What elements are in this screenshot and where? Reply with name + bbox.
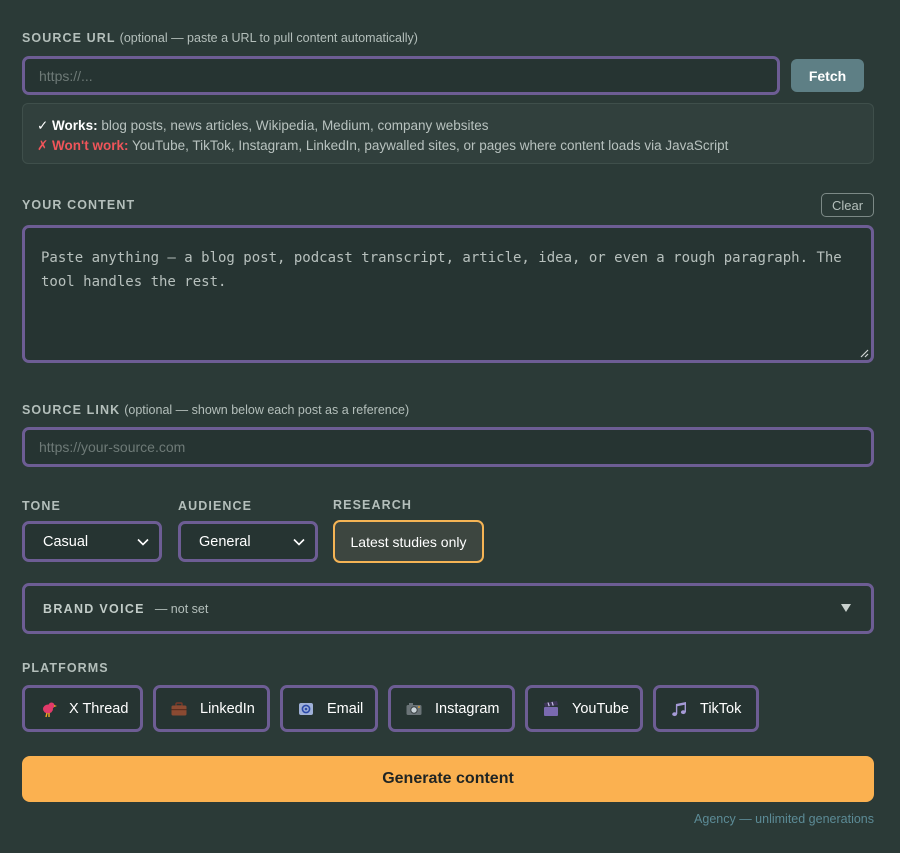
music-note-icon	[670, 700, 688, 718]
tone-select[interactable]: Casual	[22, 521, 162, 562]
chevron-down-icon	[137, 538, 149, 546]
source-url-placeholder: https://...	[39, 67, 93, 84]
audience-value: General	[199, 533, 251, 550]
email-icon	[297, 700, 315, 718]
platform-youtube[interactable]: YouTube	[525, 685, 643, 732]
fetch-info-box: ✓ Works: blog posts, news articles, Wiki…	[22, 103, 874, 164]
brand-voice-panel[interactable]: BRAND VOICE — not set	[22, 583, 874, 634]
source-url-label: SOURCE URL (optional — paste a URL to pul…	[22, 31, 418, 45]
works-label: ✓ Works:	[37, 118, 98, 133]
caret-down-icon	[841, 604, 851, 612]
wont-work-text: YouTube, TikTok, Instagram, LinkedIn, pa…	[132, 138, 729, 153]
generate-content-button[interactable]: Generate content	[22, 756, 874, 802]
platforms-label: PLATFORMS	[22, 661, 109, 675]
platform-email[interactable]: Email	[280, 685, 378, 732]
wont-work-label: ✗ Won't work:	[37, 138, 129, 153]
content-placeholder: Paste anything — a blog post, podcast tr…	[41, 250, 842, 290]
plan-note: Agency — unlimited generations	[694, 812, 874, 826]
platform-linkedin[interactable]: LinkedIn	[153, 685, 270, 732]
platform-label: TikTok	[700, 700, 742, 717]
platform-tiktok[interactable]: TikTok	[653, 685, 759, 732]
works-line: ✓ Works: blog posts, news articles, Wiki…	[37, 116, 859, 136]
source-link-hint: (optional — shown below each post as a r…	[124, 403, 410, 417]
source-link-placeholder: https://your-source.com	[39, 439, 186, 455]
platform-label: Instagram	[435, 700, 500, 717]
platform-label: YouTube	[572, 700, 629, 717]
source-link-label: SOURCE LINK (optional — shown below each …	[22, 403, 410, 417]
brand-voice-status: — not set	[154, 601, 209, 616]
clapperboard-icon	[542, 700, 560, 718]
camera-icon	[405, 700, 423, 718]
research-label: RESEARCH	[333, 498, 412, 512]
platform-label: Email	[327, 700, 364, 717]
source-link-input[interactable]: https://your-source.com	[22, 427, 874, 467]
fetch-button[interactable]: Fetch	[791, 59, 864, 92]
works-text: blog posts, news articles, Wikipedia, Me…	[101, 118, 489, 133]
research-toggle[interactable]: Latest studies only	[333, 520, 484, 563]
brand-voice-label: BRAND VOICE	[43, 601, 145, 616]
clear-button[interactable]: Clear	[821, 193, 874, 217]
tone-value: Casual	[43, 533, 89, 550]
wont-work-line: ✗ Won't work: YouTube, TikTok, Instagram…	[37, 136, 859, 156]
tone-label: TONE	[22, 499, 61, 513]
resize-grip-icon[interactable]	[859, 348, 869, 358]
bird-icon	[39, 700, 57, 718]
source-url-hint: (optional — paste a URL to pull content …	[119, 31, 418, 45]
platform-instagram[interactable]: Instagram	[388, 685, 515, 732]
platform-label: LinkedIn	[200, 700, 255, 717]
briefcase-icon	[170, 700, 188, 718]
content-textarea[interactable]: Paste anything — a blog post, podcast tr…	[22, 225, 874, 363]
platform-label: X Thread	[69, 700, 129, 717]
audience-select[interactable]: General	[178, 521, 318, 562]
source-url-input[interactable]: https://...	[22, 56, 780, 95]
content-label: YOUR CONTENT	[22, 198, 136, 212]
chevron-down-icon	[293, 538, 305, 546]
platform-x-thread[interactable]: X Thread	[22, 685, 143, 732]
audience-label: AUDIENCE	[178, 499, 253, 513]
